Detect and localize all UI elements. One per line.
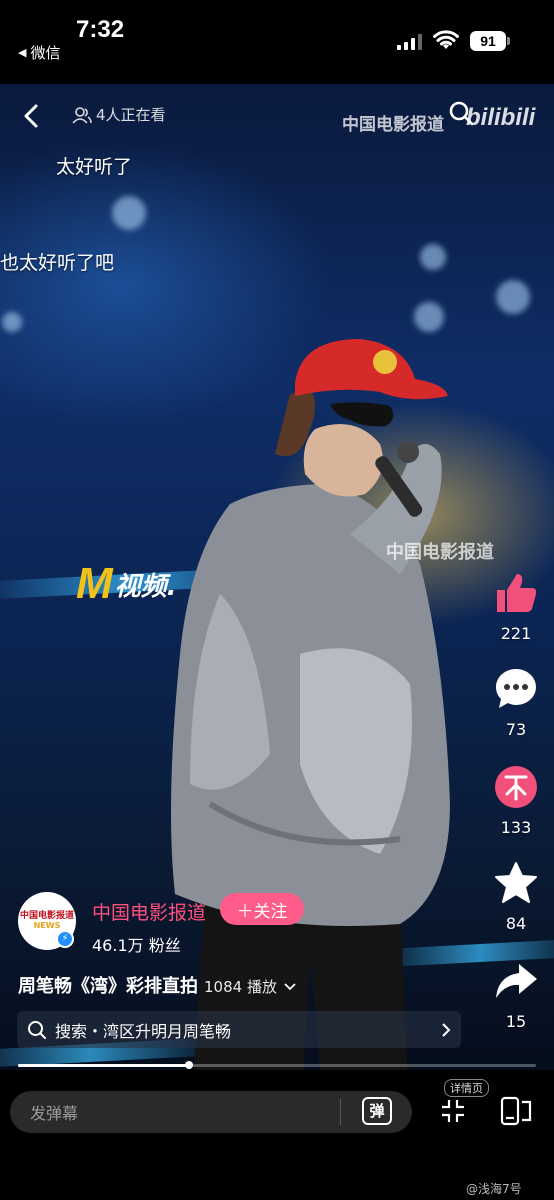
verified-badge-icon: ⚡ (56, 930, 74, 948)
like-count: 221 (500, 624, 532, 643)
detail-page-icon[interactable] (500, 1096, 534, 1126)
back-triangle-icon: ◀ (18, 46, 27, 59)
favorite-count: 84 (505, 914, 527, 933)
comment-count: 73 (505, 720, 527, 739)
progress-fill (18, 1064, 189, 1067)
related-search-bar[interactable]: 搜索・湾区升明月周笔畅 (17, 1011, 461, 1048)
follow-button[interactable]: ＋关注 (220, 893, 304, 925)
signal-icon (397, 34, 422, 50)
danmaku-input[interactable]: 发弹幕 (10, 1091, 412, 1133)
thumbs-up-icon (497, 574, 537, 612)
battery-icon: 91 (470, 31, 506, 51)
bilibili-logo: bilibili (466, 104, 536, 131)
danmaku-comment: 太好听了 (56, 156, 133, 178)
detail-page-tag: 详情页 (444, 1079, 489, 1097)
stage-light (496, 280, 530, 314)
share-icon (496, 964, 537, 998)
status-time: 7:32 (76, 16, 125, 43)
comment-icon (496, 669, 536, 708)
danmaku-comment: 也太好听了吧 (0, 252, 115, 274)
chevron-right-icon (442, 1022, 451, 1037)
watcher-label: 4人正在看 (96, 106, 166, 124)
share-button[interactable]: 15 (488, 958, 544, 1031)
chevron-down-icon (284, 983, 296, 991)
favorite-button[interactable]: 84 (488, 860, 544, 933)
divider (340, 1099, 341, 1125)
star-icon (495, 862, 537, 903)
danmaku-toggle-button[interactable]: 弹 (362, 1097, 392, 1125)
back-app-label: 微信 (30, 44, 61, 62)
watermark-middle: 中国电影报道 (386, 542, 494, 563)
back-to-wechat[interactable]: ◀ 微信 (18, 42, 60, 63)
coin-icon (495, 766, 537, 808)
progress-bar[interactable] (18, 1061, 536, 1069)
weibo-credit: @浅海7号 (466, 1182, 522, 1196)
stage-light (2, 312, 22, 332)
m-video-logo: M 视频. (76, 562, 177, 606)
video-title-row[interactable]: 周笔畅《湾》彩排直拍 1084 播放 (18, 972, 297, 998)
coin-count: 133 (500, 818, 532, 837)
progress-handle[interactable] (184, 1061, 193, 1069)
m-logo-letter: M (76, 559, 113, 608)
m-logo-text: 视频. (114, 571, 177, 602)
play-count: 1084 播放 (204, 978, 277, 996)
stage-light (414, 302, 444, 332)
video-title: 周笔畅《湾》彩排直拍 (18, 976, 198, 997)
share-count: 15 (505, 1012, 527, 1031)
back-arrow-icon[interactable] (20, 102, 44, 130)
stage-light (420, 244, 446, 270)
exit-fullscreen-icon[interactable] (440, 1098, 466, 1124)
uploader-name[interactable]: 中国电影报道 (92, 898, 206, 925)
battery-tip (507, 37, 510, 45)
performer-figure (171, 339, 450, 1070)
people-icon (72, 106, 92, 124)
watermark-top: 中国电影报道 (342, 115, 444, 135)
wifi-icon (433, 30, 459, 49)
search-icon (28, 1020, 46, 1039)
avatar-text: 中国电影报道 (19, 911, 74, 921)
watcher-count: 4人正在看 (72, 104, 166, 125)
related-search-text: 搜索・湾区升明月周笔畅 (55, 1021, 232, 1041)
fan-count: 46.1万 粉丝 (92, 936, 181, 955)
status-bar: 7:32 ◀ 微信 91 (0, 0, 554, 84)
like-button[interactable]: 221 (488, 570, 544, 643)
coin-button[interactable]: 133 (488, 764, 544, 837)
comment-button[interactable]: 73 (488, 666, 544, 739)
stage-light (112, 196, 146, 230)
